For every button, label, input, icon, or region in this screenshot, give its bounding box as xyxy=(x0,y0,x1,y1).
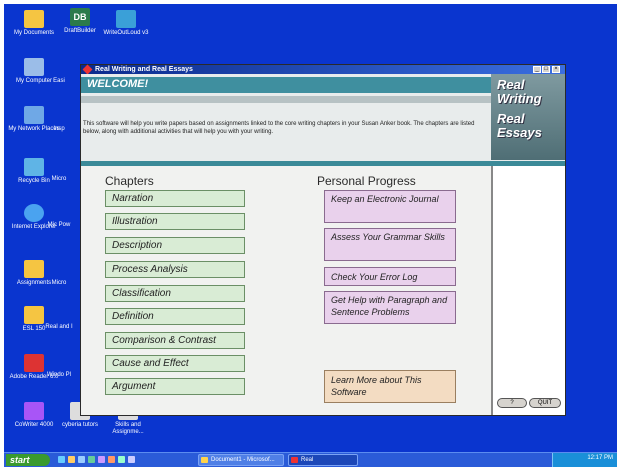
close-button[interactable]: × xyxy=(552,66,560,73)
folder-icon xyxy=(24,10,44,28)
quick-launch-icon[interactable] xyxy=(58,456,65,463)
recycle-bin-icon xyxy=(24,158,44,176)
app-icon xyxy=(82,64,93,75)
quit-button[interactable]: QUIT xyxy=(529,398,561,408)
system-tray: 12:17 PM xyxy=(552,453,617,467)
app-content: WELCOME! Real Writing Real Essays This s… xyxy=(81,74,565,415)
chapter-illustration-button[interactable]: Illustration xyxy=(105,213,245,230)
task-document1[interactable]: Document1 - Microsof... xyxy=(198,454,284,466)
welcome-banner: WELCOME! xyxy=(81,77,491,93)
logo-word: Real xyxy=(497,77,525,92)
desktop-icon-windows[interactable]: Windo Pl xyxy=(44,360,74,379)
desktop-icon-powerpoint[interactable]: Mic Pow xyxy=(44,210,74,229)
chapter-definition-button[interactable]: Definition xyxy=(105,308,245,325)
quick-launch-icon[interactable] xyxy=(78,456,85,463)
taskbar: start Document1 - Microsof... Real 12:17… xyxy=(4,452,617,467)
chapters-heading: Chapters xyxy=(105,174,154,188)
folder-icon xyxy=(24,260,44,278)
adobe-reader-icon xyxy=(24,354,44,372)
chapter-cause-effect-button[interactable]: Cause and Effect xyxy=(105,355,245,372)
help-button[interactable]: ? xyxy=(497,398,527,408)
internet-explorer-icon xyxy=(24,204,44,222)
computer-icon xyxy=(24,58,44,76)
progress-heading: Personal Progress xyxy=(317,174,416,188)
chapter-comparison-contrast-button[interactable]: Comparison & Contrast xyxy=(105,332,245,349)
desktop-icon-insp[interactable]: Insp xyxy=(44,114,74,133)
window-title: Real Writing and Real Essays xyxy=(95,66,193,73)
chapter-narration-button[interactable]: Narration xyxy=(105,190,245,207)
chapter-process-analysis-button[interactable]: Process Analysis xyxy=(105,261,245,278)
desktop-icon-micro-2[interactable]: Micro xyxy=(44,260,74,287)
minimize-button[interactable]: _ xyxy=(533,66,541,73)
quick-launch-icon[interactable] xyxy=(68,456,75,463)
desktop-icon-writeoutloud[interactable]: WriteOutLoud v3 xyxy=(100,10,152,37)
folder-icon xyxy=(24,306,44,324)
logo-word: Essays xyxy=(497,125,542,140)
clock[interactable]: 12:17 PM xyxy=(587,455,613,461)
maximize-button[interactable]: □ xyxy=(542,66,550,73)
paragraph-help-button[interactable]: Get Help with Paragraph and Sentence Pro… xyxy=(324,291,456,324)
side-panel: ? QUIT xyxy=(491,166,565,415)
start-button[interactable]: start xyxy=(6,454,50,466)
electronic-journal-button[interactable]: Keep an Electronic Journal xyxy=(324,190,456,223)
quick-launch-icon[interactable] xyxy=(118,456,125,463)
title-bar[interactable]: Real Writing and Real Essays _ □ × xyxy=(81,64,565,75)
quick-launch-icon[interactable] xyxy=(88,456,95,463)
desktop-icon-real[interactable]: Real and I xyxy=(44,312,74,331)
grammar-skills-button[interactable]: Assess Your Grammar Skills xyxy=(324,228,456,261)
chapter-argument-button[interactable]: Argument xyxy=(105,378,245,395)
desktop-icon-micro[interactable]: Micro xyxy=(44,164,74,183)
learn-more-button[interactable]: Learn More about This Software xyxy=(324,370,456,403)
desktop-icon-easi[interactable]: Easi xyxy=(44,66,74,85)
real-writing-logo: Real Writing Real Essays xyxy=(491,74,565,160)
desktop-icon-draftbuilder[interactable]: DB DraftBuilder xyxy=(54,8,106,35)
task-real[interactable]: Real xyxy=(288,454,358,466)
real-app-icon xyxy=(291,457,298,463)
app-window: Real Writing and Real Essays _ □ × WELCO… xyxy=(80,64,566,416)
intro-text: This software will help you write papers… xyxy=(83,121,475,135)
chapter-description-button[interactable]: Description xyxy=(105,237,245,254)
error-log-button[interactable]: Check Your Error Log xyxy=(324,267,456,286)
desktop-icon-cowriter[interactable]: CoWriter 4000 xyxy=(8,402,60,429)
db-icon: DB xyxy=(70,8,90,26)
welcome-title: WELCOME! xyxy=(87,78,149,90)
desktop: My Documents DB DraftBuilder WriteOutLou… xyxy=(4,4,617,452)
cowriter-icon xyxy=(24,402,44,420)
writeoutloud-icon xyxy=(116,10,136,28)
logo-word: Writing xyxy=(497,91,542,106)
desktop-icon-my-documents[interactable]: My Documents xyxy=(8,10,60,37)
network-icon xyxy=(24,106,44,124)
header-stripe xyxy=(81,96,491,103)
chapter-classification-button[interactable]: Classification xyxy=(105,285,245,302)
quick-launch-icon[interactable] xyxy=(128,456,135,463)
logo-word: Real xyxy=(497,111,525,126)
quick-launch-icon[interactable] xyxy=(98,456,105,463)
quick-launch-icon[interactable] xyxy=(108,456,115,463)
main-panel: Chapters Personal Progress Narration Ill… xyxy=(81,166,491,415)
word-icon xyxy=(201,457,208,463)
